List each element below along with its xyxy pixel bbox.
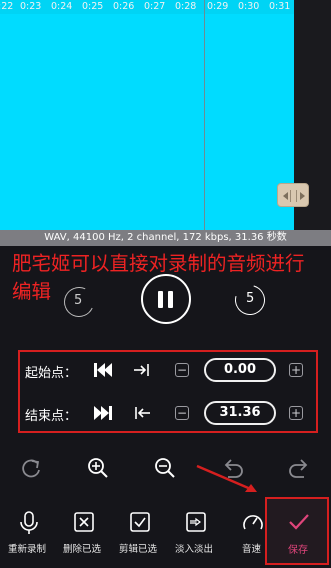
timeline-tick: 0:22 bbox=[0, 1, 14, 12]
microphone-icon[interactable] bbox=[18, 511, 40, 535]
arrow-right-icon bbox=[300, 192, 305, 200]
refresh-icon[interactable] bbox=[20, 457, 42, 479]
save-button[interactable]: 保存 bbox=[265, 497, 329, 565]
start-value-field[interactable]: 0.00 bbox=[204, 358, 276, 382]
delete-selected-label[interactable]: 删除已选 bbox=[63, 541, 101, 555]
end-value-field[interactable]: 31.36 bbox=[204, 401, 276, 425]
redo-icon[interactable] bbox=[287, 457, 311, 479]
timeline-tick: 0:30 bbox=[238, 1, 260, 12]
arrow-left-icon bbox=[283, 192, 288, 200]
start-point-label: 起始点： bbox=[25, 366, 78, 381]
timeline-tick: 0:28 bbox=[175, 1, 197, 12]
timeline-ruler: 0:22 0:23 0:24 0:25 0:26 0:27 0:28 0:29 … bbox=[0, 0, 294, 14]
timeline-tick: 0:29 bbox=[207, 1, 229, 12]
jump-to-end-icon[interactable] bbox=[93, 405, 113, 421]
playhead-line[interactable] bbox=[204, 0, 205, 230]
jump-to-start-icon[interactable] bbox=[93, 362, 113, 378]
fade-icon[interactable] bbox=[186, 512, 206, 532]
start-decrement-button[interactable]: − bbox=[175, 363, 189, 377]
zoom-in-icon[interactable] bbox=[87, 457, 109, 479]
timeline-tick: 0:26 bbox=[113, 1, 135, 12]
timeline-tick: 0:23 bbox=[20, 1, 42, 12]
save-label: 保存 bbox=[288, 545, 308, 556]
speedometer-icon[interactable] bbox=[242, 512, 264, 532]
speed-label[interactable]: 音速 bbox=[242, 541, 261, 555]
timeline-tick: 0:31 bbox=[269, 1, 291, 12]
waveform-area[interactable] bbox=[0, 14, 294, 230]
trim-selected-label[interactable]: 剪辑已选 bbox=[119, 541, 157, 555]
timeline-tick: 0:25 bbox=[82, 1, 104, 12]
selection-end-handle[interactable] bbox=[277, 183, 309, 207]
end-point-label: 结束点： bbox=[25, 409, 78, 424]
annotation-arrow-icon bbox=[196, 464, 257, 492]
delete-box-icon[interactable] bbox=[74, 512, 94, 532]
fade-label[interactable]: 淡入淡出 bbox=[175, 541, 213, 555]
set-start-icon[interactable] bbox=[133, 363, 151, 377]
timeline-tick: 0:24 bbox=[51, 1, 73, 12]
end-decrement-button[interactable]: − bbox=[175, 406, 189, 420]
timeline-tick: 0:27 bbox=[144, 1, 166, 12]
set-end-icon[interactable] bbox=[133, 406, 151, 420]
start-increment-button[interactable]: + bbox=[289, 363, 303, 377]
end-increment-button[interactable]: + bbox=[289, 406, 303, 420]
check-box-icon[interactable] bbox=[130, 512, 150, 532]
rerecord-label[interactable]: 重新录制 bbox=[8, 541, 46, 555]
annotation-caption: 肥宅姬可以直接对录制的音频进行编辑 bbox=[12, 252, 305, 303]
zoom-out-icon[interactable] bbox=[154, 457, 176, 479]
audio-info-bar: WAV, 44100 Hz, 2 channel, 172 kbps, 31.3… bbox=[0, 230, 331, 246]
checkmark-icon bbox=[289, 514, 309, 530]
